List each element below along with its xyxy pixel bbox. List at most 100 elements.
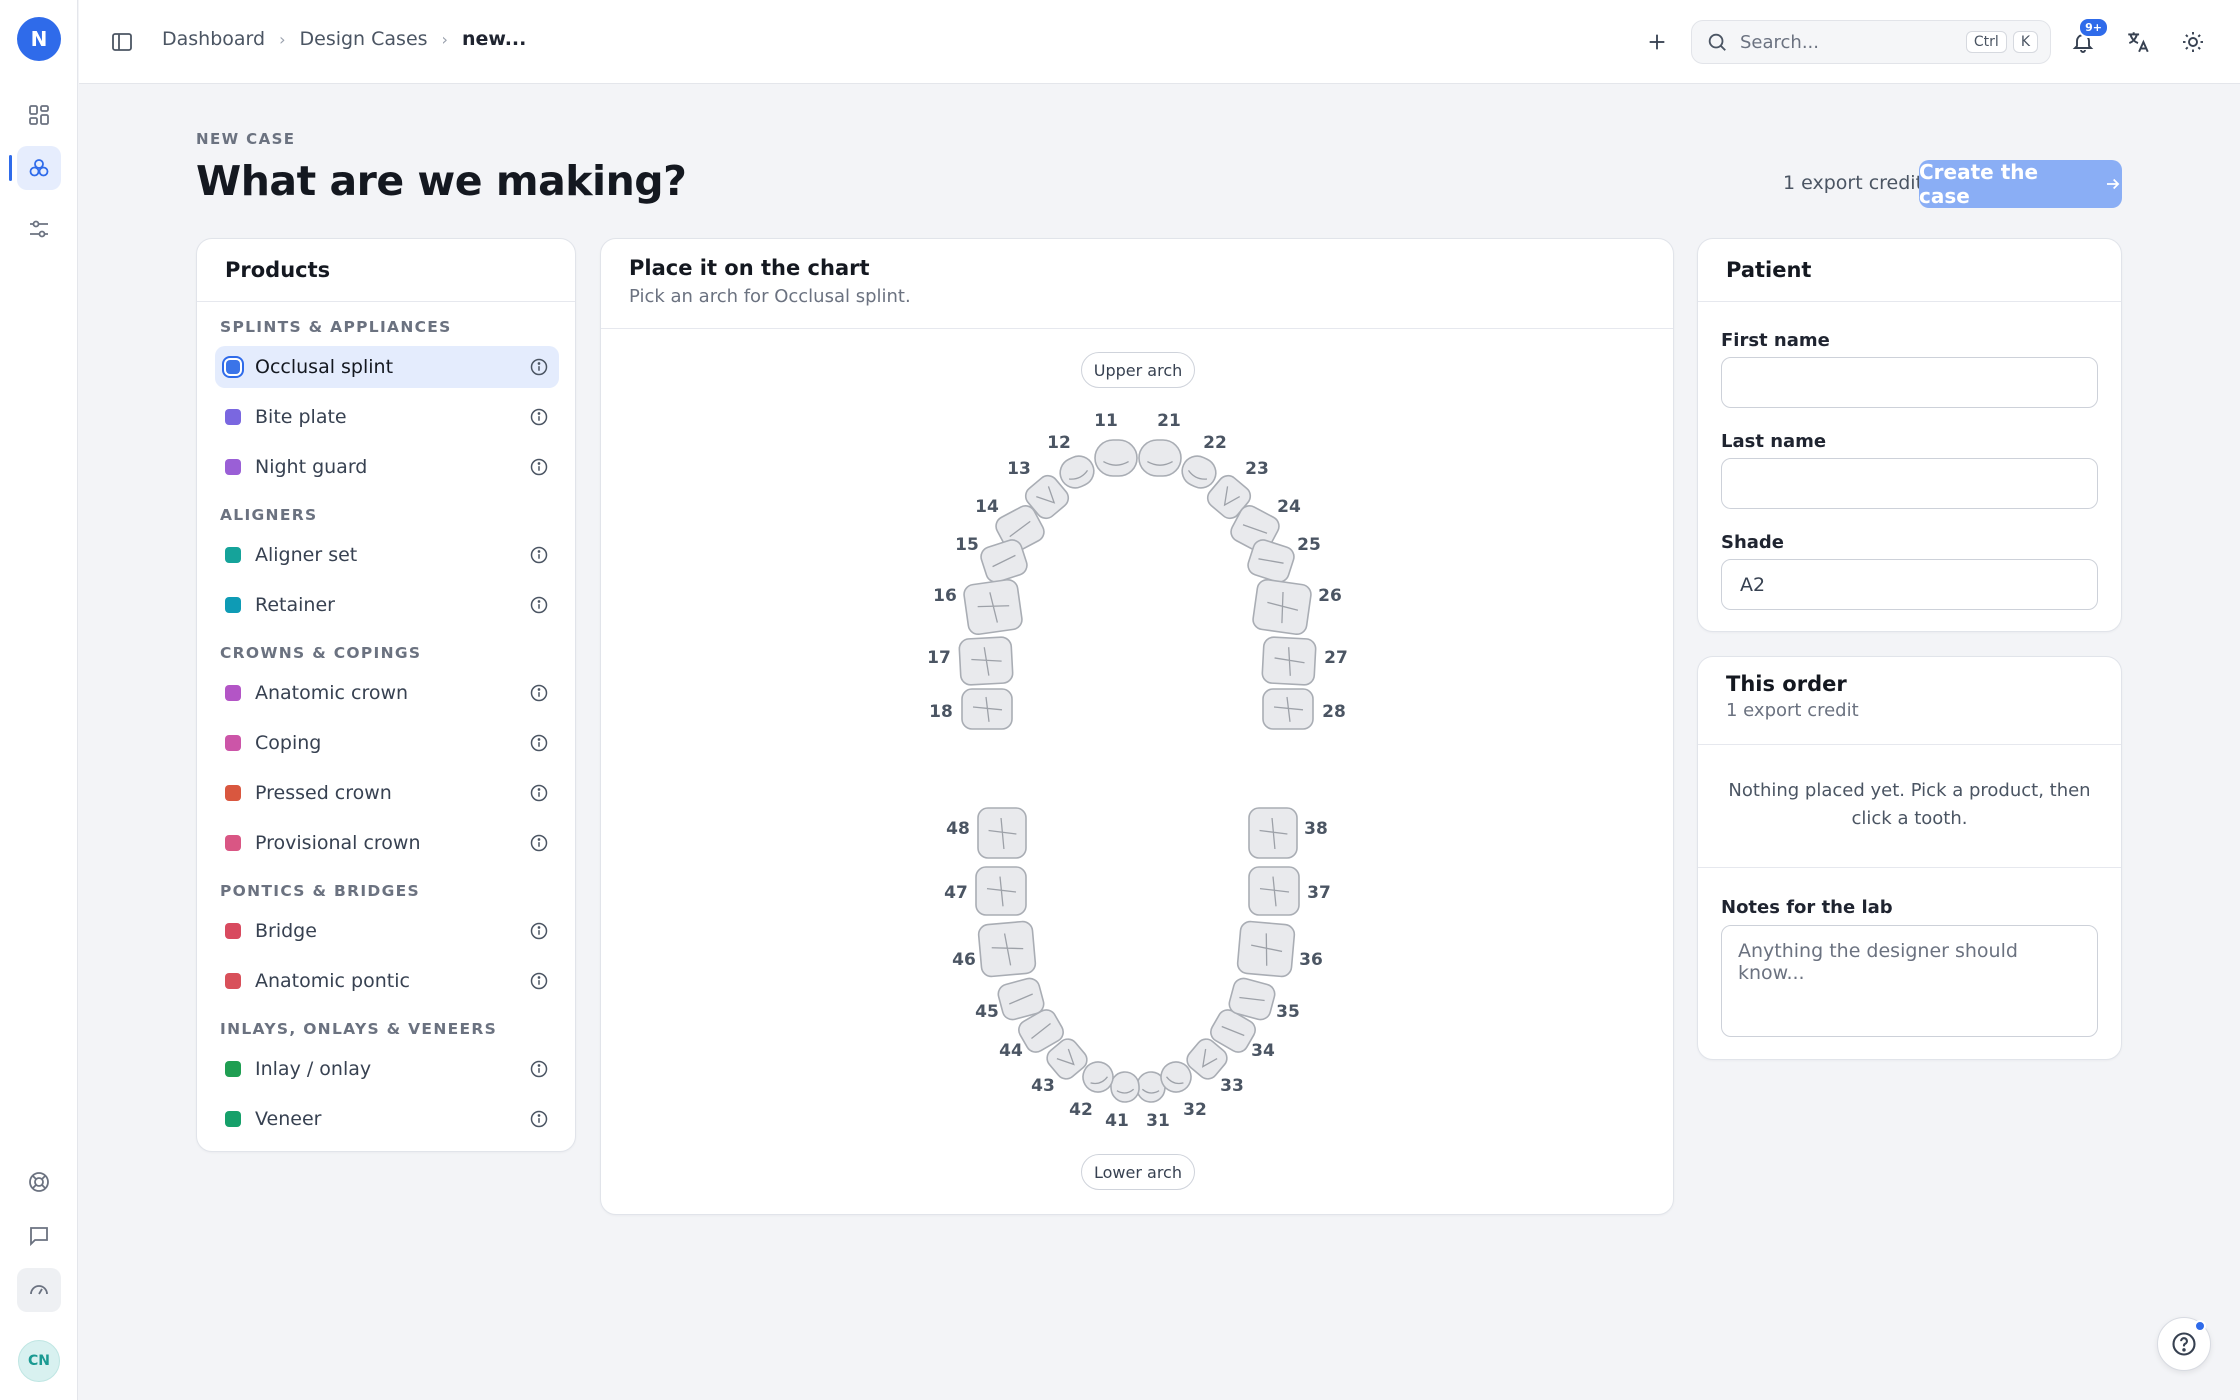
new-item-button[interactable] — [1641, 26, 1673, 58]
tooth-27[interactable] — [1261, 636, 1317, 686]
help-icon — [2172, 1332, 2196, 1356]
product-item[interactable]: Retainer — [215, 584, 559, 626]
tooth-number-label: 37 — [1307, 883, 1331, 903]
breadcrumb: Dashboard › Design Cases › new... — [162, 28, 526, 50]
tooth-46[interactable] — [977, 920, 1037, 978]
notes-textarea[interactable]: Anything the designer should know... — [1721, 925, 2098, 1037]
tooth-48[interactable] — [977, 807, 1027, 859]
tooth-number-label: 17 — [927, 648, 951, 668]
product-label: Aligner set — [255, 544, 358, 566]
product-label: Coping — [255, 732, 322, 754]
info-icon[interactable] — [529, 457, 549, 477]
usage-nav-button[interactable] — [17, 1268, 61, 1312]
info-icon[interactable] — [529, 971, 549, 991]
tooth-number-label: 24 — [1277, 497, 1301, 517]
product-item[interactable]: Anatomic crown — [215, 672, 559, 714]
help-button[interactable] — [2157, 1317, 2211, 1371]
tooth-number-label: 21 — [1157, 411, 1181, 431]
breadcrumb-current: new... — [461, 28, 527, 50]
order-header: This order 1 export credit — [1698, 657, 2121, 745]
tooth-17[interactable] — [958, 636, 1014, 686]
shade-field[interactable]: A2 — [1721, 559, 2098, 610]
info-icon[interactable] — [529, 921, 549, 941]
product-item[interactable]: Aligner set — [215, 534, 559, 576]
lower-arch-button[interactable]: Lower arch — [1081, 1154, 1195, 1190]
info-icon[interactable] — [529, 1109, 549, 1129]
product-item[interactable]: Night guard — [215, 446, 559, 488]
tooth-37[interactable] — [1248, 866, 1300, 916]
product-item[interactable]: Veneer — [215, 1098, 559, 1140]
search-input[interactable]: Search... Ctrl K — [1691, 20, 2051, 64]
notes-label: Notes for the lab — [1721, 897, 1893, 918]
tooth-41[interactable] — [1110, 1071, 1141, 1103]
support-nav-button[interactable] — [17, 1160, 61, 1204]
breadcrumb-dashboard[interactable]: Dashboard — [162, 28, 265, 50]
patient-panel: Patient First name Last name Shade A2 — [1697, 238, 2122, 632]
first-name-field[interactable] — [1721, 357, 2098, 408]
chevron-right-icon: › — [279, 29, 286, 49]
design-cases-nav-button[interactable] — [17, 146, 61, 190]
top-bar: Dashboard › Design Cases › new... Search… — [79, 0, 2240, 84]
tooth-number-label: 43 — [1031, 1076, 1055, 1096]
gauge-icon — [30, 1285, 48, 1295]
info-icon[interactable] — [529, 683, 549, 703]
order-panel: This order 1 export credit Nothing place… — [1697, 656, 2122, 1060]
product-color-swatch — [225, 973, 241, 989]
info-icon[interactable] — [529, 545, 549, 565]
info-icon[interactable] — [529, 357, 549, 377]
theme-toggle-button[interactable] — [2173, 22, 2213, 62]
product-color-swatch — [225, 547, 241, 563]
user-avatar[interactable]: CN — [18, 1340, 60, 1382]
product-item[interactable]: Provisional crown — [215, 822, 559, 864]
tooth-26[interactable] — [1252, 578, 1312, 636]
tooth-21[interactable] — [1138, 439, 1182, 477]
info-icon[interactable] — [529, 1059, 549, 1079]
tooth-number-label: 45 — [975, 1002, 999, 1022]
language-button[interactable] — [2118, 22, 2158, 62]
tooth-36[interactable] — [1236, 920, 1296, 978]
info-icon[interactable] — [529, 833, 549, 853]
dashboard-nav-button[interactable] — [17, 93, 61, 137]
tooth-47[interactable] — [975, 866, 1027, 916]
lifebuoy-icon — [29, 1172, 49, 1192]
help-notification-dot — [2194, 1320, 2206, 1332]
tooth-number-label: 38 — [1304, 819, 1328, 839]
product-item[interactable]: Bridge — [215, 910, 559, 952]
tooth-16[interactable] — [963, 578, 1023, 636]
product-group-label: PONTICS & BRIDGES — [220, 882, 420, 900]
product-group-label: INLAYS, ONLAYS & VENEERS — [220, 1020, 498, 1038]
settings-nav-button[interactable] — [17, 207, 61, 251]
tooth-number-label: 14 — [975, 497, 999, 517]
info-icon[interactable] — [529, 783, 549, 803]
product-label: Anatomic crown — [255, 682, 409, 704]
info-icon[interactable] — [529, 733, 549, 753]
product-item[interactable]: Pressed crown — [215, 772, 559, 814]
tooth-18[interactable] — [961, 688, 1013, 730]
product-item[interactable]: Inlay / onlay — [215, 1048, 559, 1090]
tooth-number-label: 13 — [1007, 459, 1031, 479]
info-icon[interactable] — [529, 595, 549, 615]
tooth-11[interactable] — [1094, 439, 1138, 477]
tooth-38[interactable] — [1248, 807, 1298, 859]
order-title: This order — [1726, 672, 1847, 696]
product-color-swatch — [225, 785, 241, 801]
active-indicator — [9, 155, 12, 181]
info-icon[interactable] — [529, 407, 549, 427]
product-color-swatch — [225, 685, 241, 701]
app-logo[interactable]: N — [17, 17, 61, 61]
breadcrumb-design-cases[interactable]: Design Cases — [300, 28, 428, 50]
product-item[interactable]: Bite plate — [215, 396, 559, 438]
products-panel: Products SPLINTS & APPLIANCES Occlusal sp… — [196, 238, 576, 1152]
sidebar-toggle-button[interactable] — [107, 27, 137, 57]
last-name-field[interactable] — [1721, 458, 2098, 509]
product-item[interactable]: Occlusal splint — [215, 346, 559, 388]
patient-title: Patient — [1726, 258, 1812, 282]
product-item[interactable]: Coping — [215, 722, 559, 764]
product-item[interactable]: Anatomic pontic — [215, 960, 559, 1002]
notifications-button[interactable]: 9+ — [2063, 17, 2109, 62]
messages-nav-button[interactable] — [17, 1214, 61, 1258]
page-eyebrow: NEW CASE — [196, 130, 296, 148]
products-list[interactable]: SPLINTS & APPLIANCES Occlusal splint Bite … — [197, 303, 575, 1151]
tooth-28[interactable] — [1262, 688, 1314, 730]
create-case-button[interactable]: Create the case — [1919, 160, 2122, 208]
